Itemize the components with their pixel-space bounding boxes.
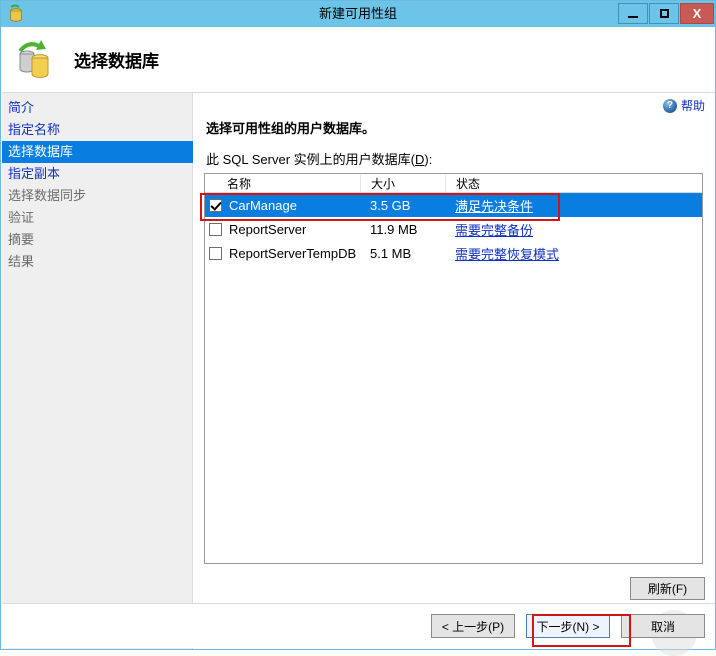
column-header-name[interactable]: 名称: [205, 175, 360, 192]
help-icon: ?: [662, 98, 677, 113]
database-status-link[interactable]: 需要完整恢复模式: [455, 247, 559, 262]
database-status-link[interactable]: 满足先决条件: [455, 199, 533, 214]
row-name-cell: ReportServerTempDB: [205, 246, 360, 261]
row-checkbox[interactable]: [209, 222, 222, 236]
sidebar-item-name[interactable]: 指定名称: [2, 119, 192, 141]
new-availability-group-dialog: 新建可用性组 X 选择数据库 简介 指定名称 选择数据库 指定副本 选择数据同步…: [0, 0, 716, 656]
database-size: 3.5 GB: [370, 197, 411, 213]
database-name: CarManage: [229, 197, 297, 213]
database-icon: [5, 3, 27, 25]
refresh-button[interactable]: 刷新(F): [630, 577, 705, 600]
database-status-cell: 满足先决条件: [445, 196, 675, 215]
dialog-footer: < 上一步(P) 下一步(N) > 取消: [2, 603, 715, 656]
back-button[interactable]: < 上一步(P): [431, 614, 515, 638]
next-button[interactable]: 下一步(N) >: [526, 614, 610, 638]
sidebar-item-results[interactable]: 结果: [2, 251, 192, 273]
window-title: 新建可用性组: [318, 6, 397, 21]
table-row[interactable]: ReportServerTempDB 5.1 MB 需要完整恢复模式: [205, 241, 702, 265]
minimize-icon: [628, 15, 638, 18]
sidebar-item-data-sync[interactable]: 选择数据同步: [2, 185, 192, 207]
sidebar-item-replicas[interactable]: 指定副本: [2, 163, 192, 185]
list-label-pre: 此 SQL Server 实例上的用户数据库(: [206, 152, 415, 167]
column-header-size[interactable]: 大小: [360, 174, 445, 192]
database-status-cell: 需要完整备份: [445, 220, 675, 239]
sidebar-item-intro[interactable]: 简介: [2, 97, 192, 119]
row-name-cell: ReportServer: [205, 222, 360, 237]
table-row[interactable]: ReportServer 11.9 MB 需要完整备份: [205, 217, 702, 241]
page-title: 选择数据库: [74, 52, 159, 71]
sidebar-item-summary[interactable]: 摘要: [2, 229, 192, 251]
list-header-row: 名称 大小 状态: [205, 174, 702, 193]
page-header: 选择数据库: [2, 27, 715, 93]
maximize-icon: [659, 9, 669, 18]
close-button[interactable]: X: [680, 3, 714, 24]
list-label: 此 SQL Server 实例上的用户数据库(D):: [206, 149, 432, 168]
instruction-text: 选择可用性组的用户数据库。: [206, 121, 376, 136]
list-label-post: ):: [424, 152, 433, 167]
database-list[interactable]: 名称 大小 状态 CarManage 3.5 GB 满足先决条件 ReportS…: [204, 173, 703, 564]
row-name-cell: CarManage: [205, 198, 360, 213]
minimize-button[interactable]: [618, 3, 648, 24]
main-content: ? 帮助 选择可用性组的用户数据库。 此 SQL Server 实例上的用户数据…: [194, 93, 715, 649]
database-size: 11.9 MB: [370, 221, 418, 237]
database-status-cell: 需要完整恢复模式: [445, 244, 675, 263]
row-checkbox[interactable]: [209, 198, 222, 212]
help-link[interactable]: ? 帮助: [662, 97, 705, 114]
database-name: ReportServerTempDB: [229, 245, 357, 261]
database-name: ReportServer: [229, 221, 307, 237]
wizard-sidebar: 简介 指定名称 选择数据库 指定副本 选择数据同步 验证 摘要 结果: [2, 93, 193, 649]
help-label: 帮助: [680, 99, 705, 113]
window-controls: X: [618, 3, 714, 24]
database-status-link[interactable]: 需要完整备份: [455, 223, 533, 238]
sidebar-item-databases[interactable]: 选择数据库: [2, 141, 193, 163]
maximize-button[interactable]: [649, 3, 679, 24]
title-bar[interactable]: 新建可用性组 X: [1, 1, 715, 27]
list-label-accelerator: D: [414, 152, 425, 167]
database-sync-icon: [12, 37, 58, 83]
cancel-button[interactable]: 取消: [621, 614, 705, 638]
database-size: 5.1 MB: [370, 245, 412, 261]
footer-button-group: < 上一步(P) 下一步(N) > 取消: [431, 614, 705, 638]
sidebar-item-validation[interactable]: 验证: [2, 207, 192, 229]
column-header-status[interactable]: 状态: [445, 174, 675, 192]
row-checkbox[interactable]: [209, 246, 222, 260]
table-row[interactable]: CarManage 3.5 GB 满足先决条件: [205, 193, 702, 217]
